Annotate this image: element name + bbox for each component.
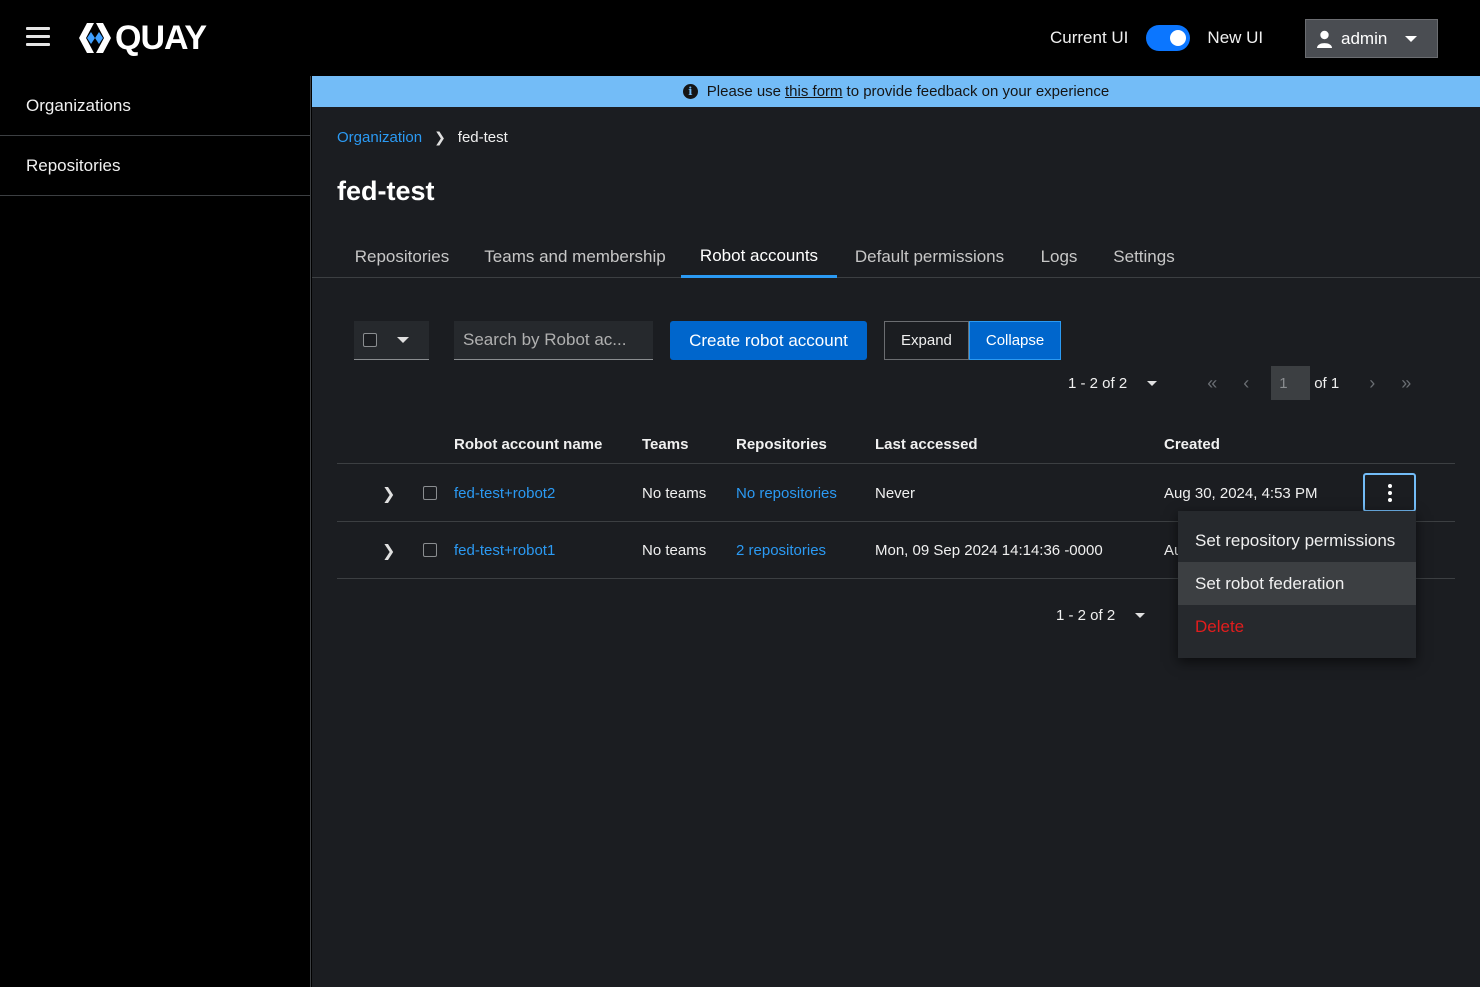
robot-name-link[interactable]: fed-test+robot2 bbox=[454, 485, 555, 502]
robot-search-input[interactable] bbox=[454, 321, 653, 360]
ui-version-switch: Current UI New UI bbox=[1050, 24, 1263, 52]
org-tabs: Repositories Teams and membership Robot … bbox=[312, 236, 1480, 278]
page-total-label: of 1 bbox=[1314, 374, 1340, 392]
sidebar-item-repositories[interactable]: Repositories bbox=[0, 136, 310, 196]
banner-prefix: Please use bbox=[706, 83, 782, 100]
info-icon: i bbox=[682, 84, 698, 99]
row-checkbox[interactable] bbox=[423, 543, 437, 557]
per-page-dropdown[interactable]: 1 - 2 of 2 bbox=[1056, 606, 1146, 624]
user-menu-button[interactable]: admin bbox=[1305, 19, 1438, 58]
last-page-icon[interactable]: » bbox=[1389, 373, 1423, 394]
menu-delete[interactable]: Delete bbox=[1178, 605, 1416, 648]
sidebar: Organizations Repositories bbox=[0, 76, 311, 987]
chevron-down-icon bbox=[397, 337, 409, 343]
expand-row-icon[interactable]: ❯ bbox=[382, 541, 395, 561]
ui-toggle-switch[interactable] bbox=[1146, 25, 1191, 51]
next-page-icon[interactable]: › bbox=[1355, 373, 1389, 394]
chevron-down-icon bbox=[1147, 380, 1158, 386]
quay-logo-icon bbox=[79, 23, 111, 53]
robot-repositories-link[interactable]: No repositories bbox=[736, 485, 837, 502]
brand-name: QUAY bbox=[115, 18, 207, 57]
col-created[interactable]: Created bbox=[1164, 436, 1220, 453]
feedback-banner: i Please use this form to provide feedba… bbox=[312, 76, 1480, 107]
breadcrumb-organization-link[interactable]: Organization bbox=[337, 129, 422, 146]
expand-row-icon[interactable]: ❯ bbox=[382, 484, 395, 504]
username: admin bbox=[1341, 28, 1388, 48]
breadcrumb-current: fed-test bbox=[457, 129, 508, 146]
tab-logs[interactable]: Logs bbox=[1030, 236, 1088, 278]
page-title: fed-test bbox=[337, 176, 435, 206]
pagination-range: 1 - 2 of 2 bbox=[1056, 606, 1116, 624]
chevron-down-icon bbox=[1135, 612, 1146, 618]
robot-last-accessed: Mon, 09 Sep 2024 14:14:36 -0000 bbox=[875, 542, 1103, 559]
kebab-icon bbox=[1387, 483, 1392, 502]
col-repositories[interactable]: Repositories bbox=[736, 436, 827, 453]
menu-set-repository-permissions[interactable]: Set repository permissions bbox=[1178, 519, 1416, 562]
robot-teams: No teams bbox=[642, 542, 707, 559]
expand-collapse-toggle: Expand Collapse bbox=[884, 321, 1062, 360]
collapse-button[interactable]: Collapse bbox=[968, 321, 1062, 360]
tab-robot-accounts[interactable]: Robot accounts bbox=[681, 236, 837, 278]
robot-last-accessed: Never bbox=[875, 485, 916, 502]
chevron-down-icon bbox=[1405, 35, 1418, 42]
page-number-input[interactable]: 1 bbox=[1271, 366, 1311, 400]
user-icon bbox=[1317, 30, 1332, 48]
robot-name-link[interactable]: fed-test+robot1 bbox=[454, 542, 555, 559]
masthead: QUAY Current UI New UI admin bbox=[0, 0, 1480, 76]
select-all-checkbox[interactable] bbox=[363, 333, 377, 347]
bulk-select-dropdown[interactable] bbox=[354, 321, 429, 360]
col-last-accessed[interactable]: Last accessed bbox=[875, 436, 978, 453]
row-actions-menu: Set repository permissions Set robot fed… bbox=[1178, 511, 1416, 658]
row-checkbox[interactable] bbox=[423, 486, 437, 500]
bottom-pagination: 1 - 2 of 2 bbox=[1056, 598, 1146, 632]
menu-set-robot-federation[interactable]: Set robot federation bbox=[1178, 562, 1416, 605]
robot-created: Aug 30, 2024, 4:53 PM bbox=[1164, 485, 1318, 502]
breadcrumb: Organization ❯ fed-test bbox=[337, 129, 508, 146]
tab-default-permissions[interactable]: Default permissions bbox=[843, 236, 1016, 278]
current-ui-label: Current UI bbox=[1050, 28, 1129, 47]
robot-repositories-link[interactable]: 2 repositories bbox=[736, 542, 826, 559]
expand-button[interactable]: Expand bbox=[884, 321, 969, 360]
new-ui-label: New UI bbox=[1207, 28, 1264, 47]
main-content: i Please use this form to provide feedba… bbox=[312, 76, 1480, 987]
banner-suffix: to provide feedback on your experience bbox=[846, 83, 1110, 100]
tab-teams-and-membership[interactable]: Teams and membership bbox=[475, 236, 675, 278]
sidebar-item-organizations[interactable]: Organizations bbox=[0, 76, 310, 136]
top-pagination: 1 - 2 of 2 « ‹ 1 of 1 › » bbox=[1068, 366, 1423, 400]
toggle-knob bbox=[1170, 30, 1187, 46]
row-actions-kebab-button[interactable] bbox=[1363, 473, 1416, 512]
pagination-range: 1 - 2 of 2 bbox=[1068, 374, 1128, 392]
tab-repositories[interactable]: Repositories bbox=[337, 236, 467, 278]
chevron-right-icon: ❯ bbox=[434, 129, 446, 145]
feedback-form-link[interactable]: this form bbox=[785, 83, 843, 100]
col-robot-account-name[interactable]: Robot account name bbox=[454, 436, 602, 453]
first-page-icon[interactable]: « bbox=[1195, 373, 1229, 394]
table-header: Robot account name Teams Repositories La… bbox=[337, 426, 1455, 464]
prev-page-icon[interactable]: ‹ bbox=[1229, 373, 1263, 394]
per-page-dropdown[interactable]: 1 - 2 of 2 bbox=[1068, 374, 1158, 392]
create-robot-account-button[interactable]: Create robot account bbox=[670, 321, 867, 360]
quay-logo[interactable]: QUAY bbox=[77, 18, 207, 58]
tab-settings[interactable]: Settings bbox=[1102, 236, 1186, 278]
hamburger-menu-icon[interactable] bbox=[26, 27, 50, 47]
col-teams[interactable]: Teams bbox=[642, 436, 688, 453]
robot-teams: No teams bbox=[642, 485, 707, 502]
